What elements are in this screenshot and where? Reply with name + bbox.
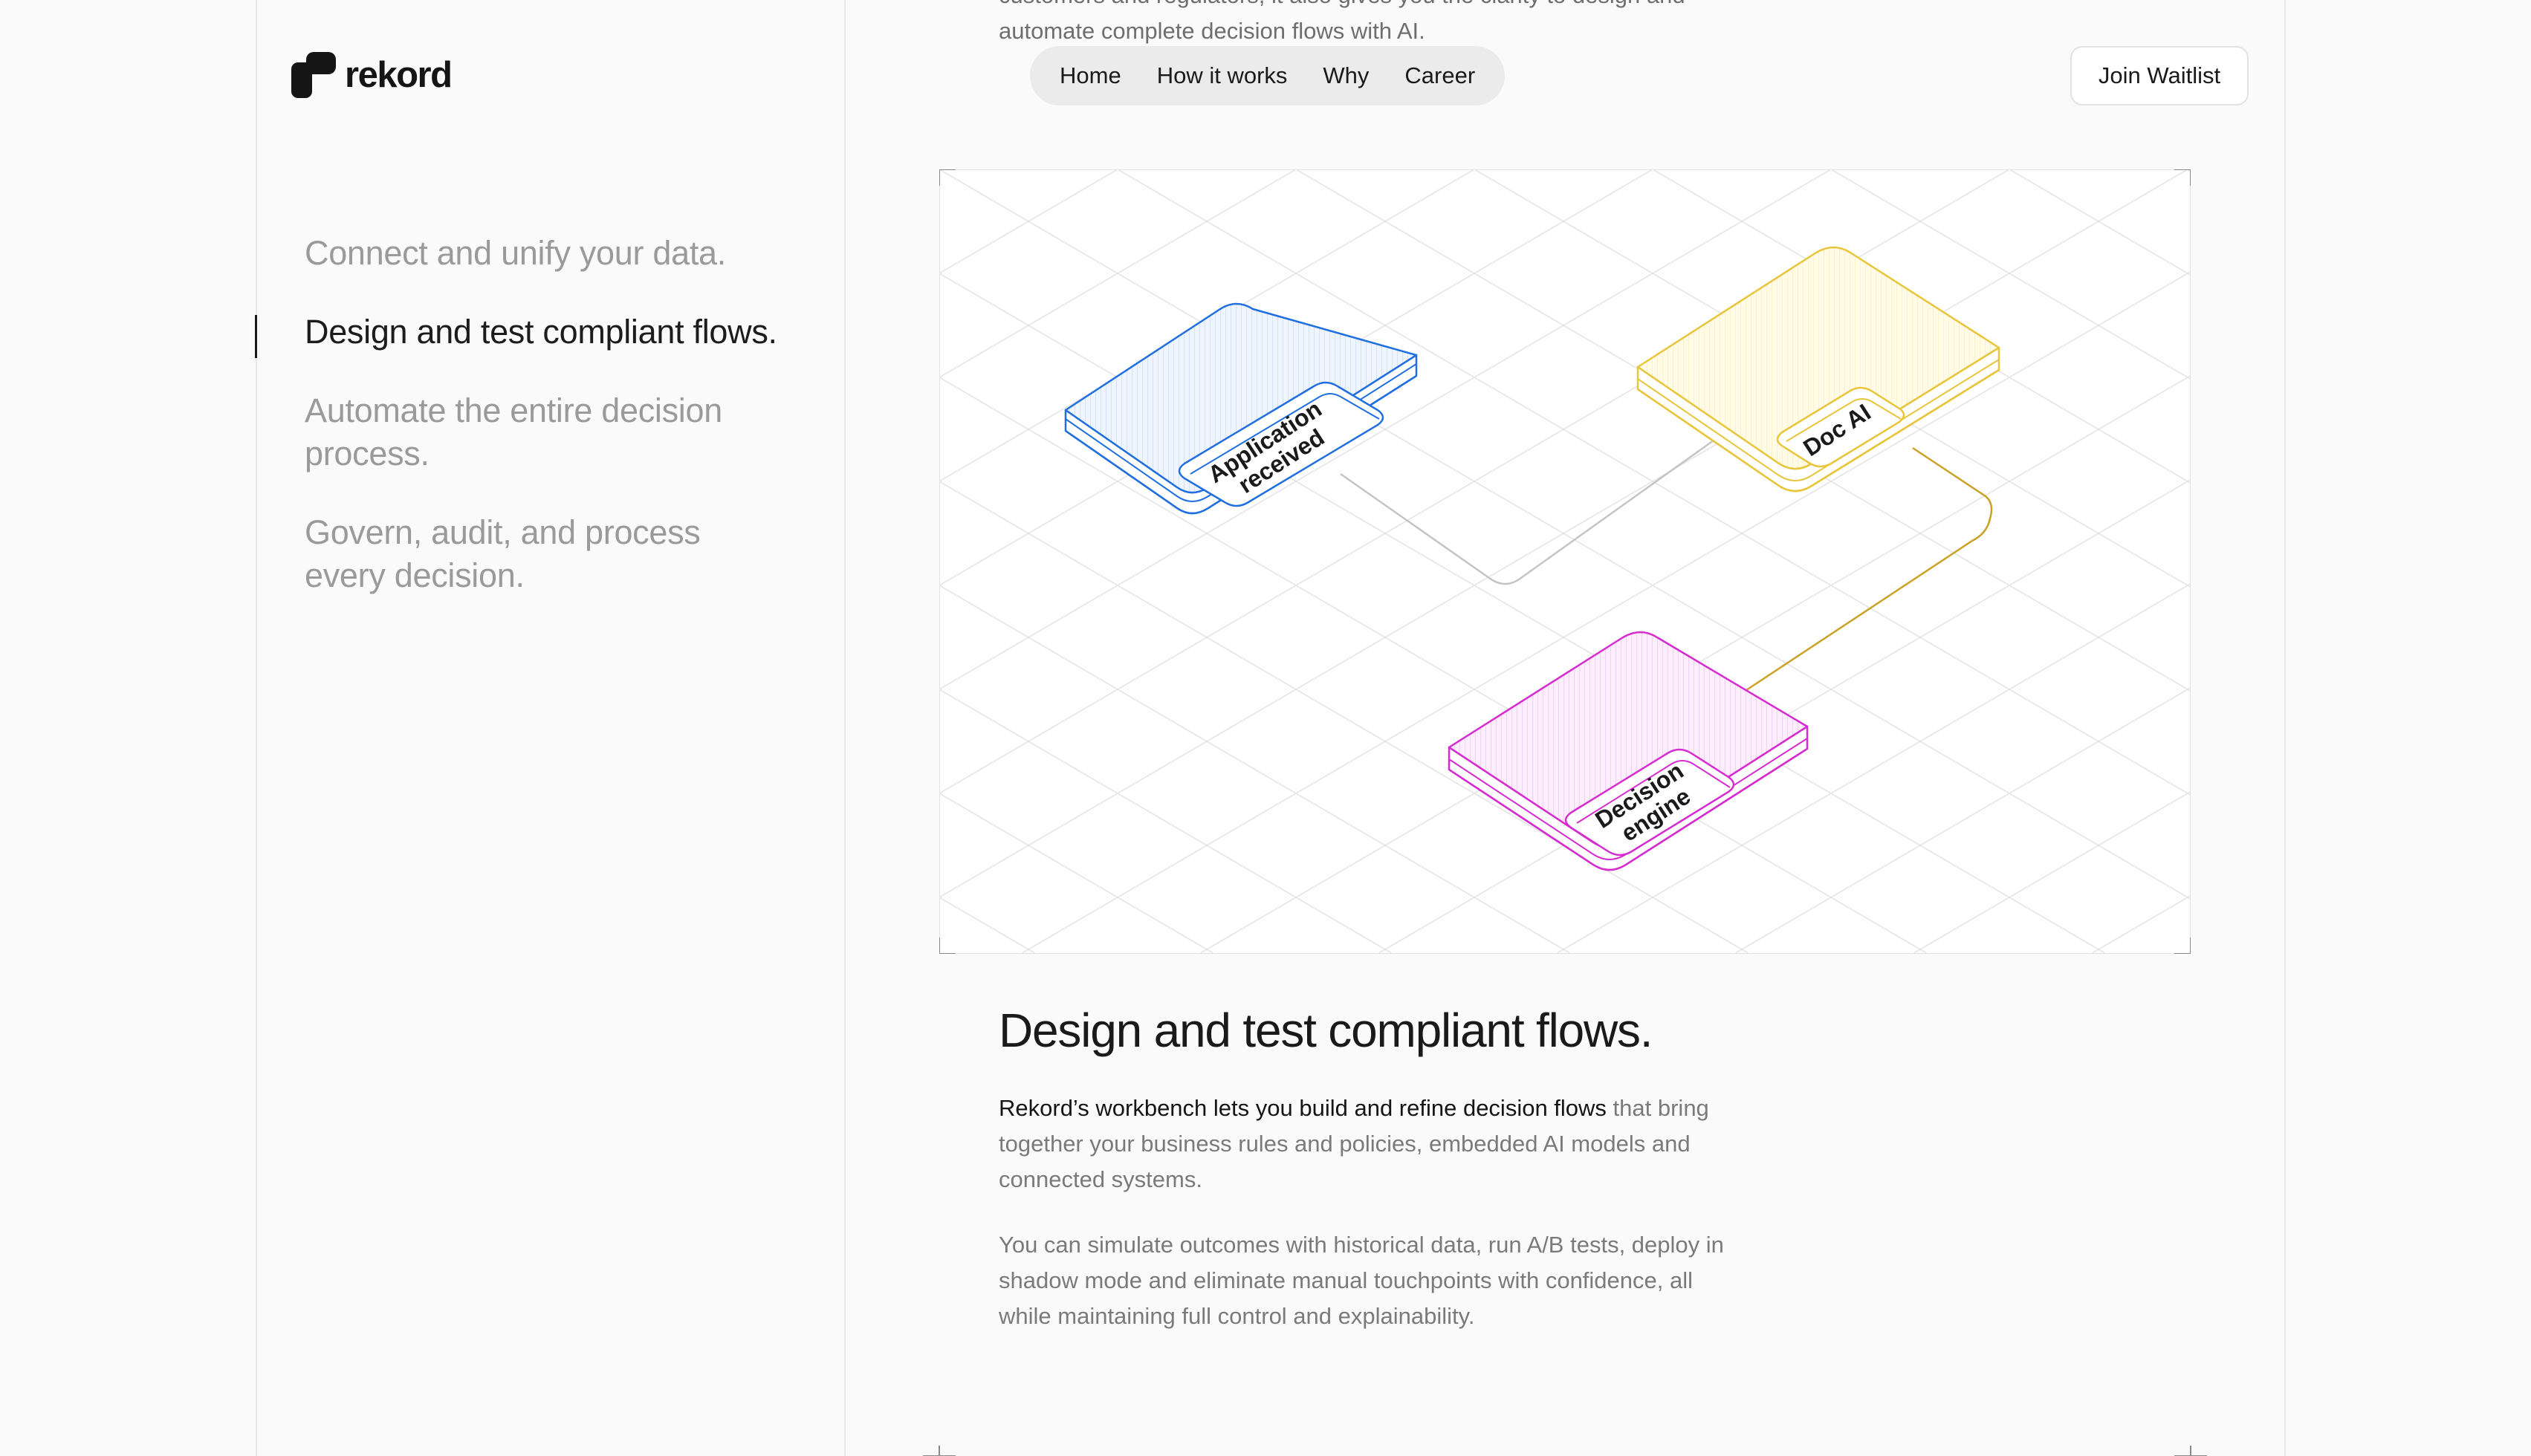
nav-why[interactable]: Why — [1323, 62, 1369, 89]
side-item-connect[interactable]: Connect and unify your data. — [305, 232, 825, 275]
join-waitlist-button[interactable]: Join Waitlist — [2070, 46, 2249, 105]
section-heading: Design and test compliant flows. — [999, 1004, 1653, 1057]
nav-home[interactable]: Home — [1060, 62, 1121, 89]
next-diagram-corner-marks — [923, 1446, 2207, 1456]
left-border-line — [256, 0, 257, 1456]
side-item-govern[interactable]: Govern, audit, and process every decisio… — [305, 511, 780, 597]
section-paragraph-1: Rekord’s workbench lets you build and re… — [999, 1091, 1742, 1197]
section-paragraph-2: You can simulate outcomes with historica… — [999, 1232, 1724, 1329]
column-divider-line — [844, 0, 846, 1456]
nav-how-it-works[interactable]: How it works — [1157, 62, 1288, 89]
flow-diagram: Application received Doc AI Decision eng… — [939, 169, 2191, 954]
active-indicator — [255, 315, 257, 358]
feature-side-nav: Connect and unify your data. Design and … — [305, 232, 825, 633]
right-border-line — [2284, 0, 2286, 1456]
side-item-automate[interactable]: Automate the entire decision process. — [305, 389, 780, 475]
brand-name: rekord — [345, 55, 453, 95]
paragraph-1-emphasis: Rekord’s workbench lets you build and re… — [999, 1095, 1607, 1121]
nav-career[interactable]: Career — [1404, 62, 1475, 89]
rekord-logo-icon — [291, 52, 336, 98]
side-item-design[interactable]: Design and test compliant flows. — [305, 311, 825, 354]
brand-logo[interactable]: rekord — [291, 52, 453, 98]
main-nav: Home How it works Why Career — [1030, 46, 1506, 105]
previous-section-text: customers and regulators, it also gives … — [999, 0, 1685, 44]
